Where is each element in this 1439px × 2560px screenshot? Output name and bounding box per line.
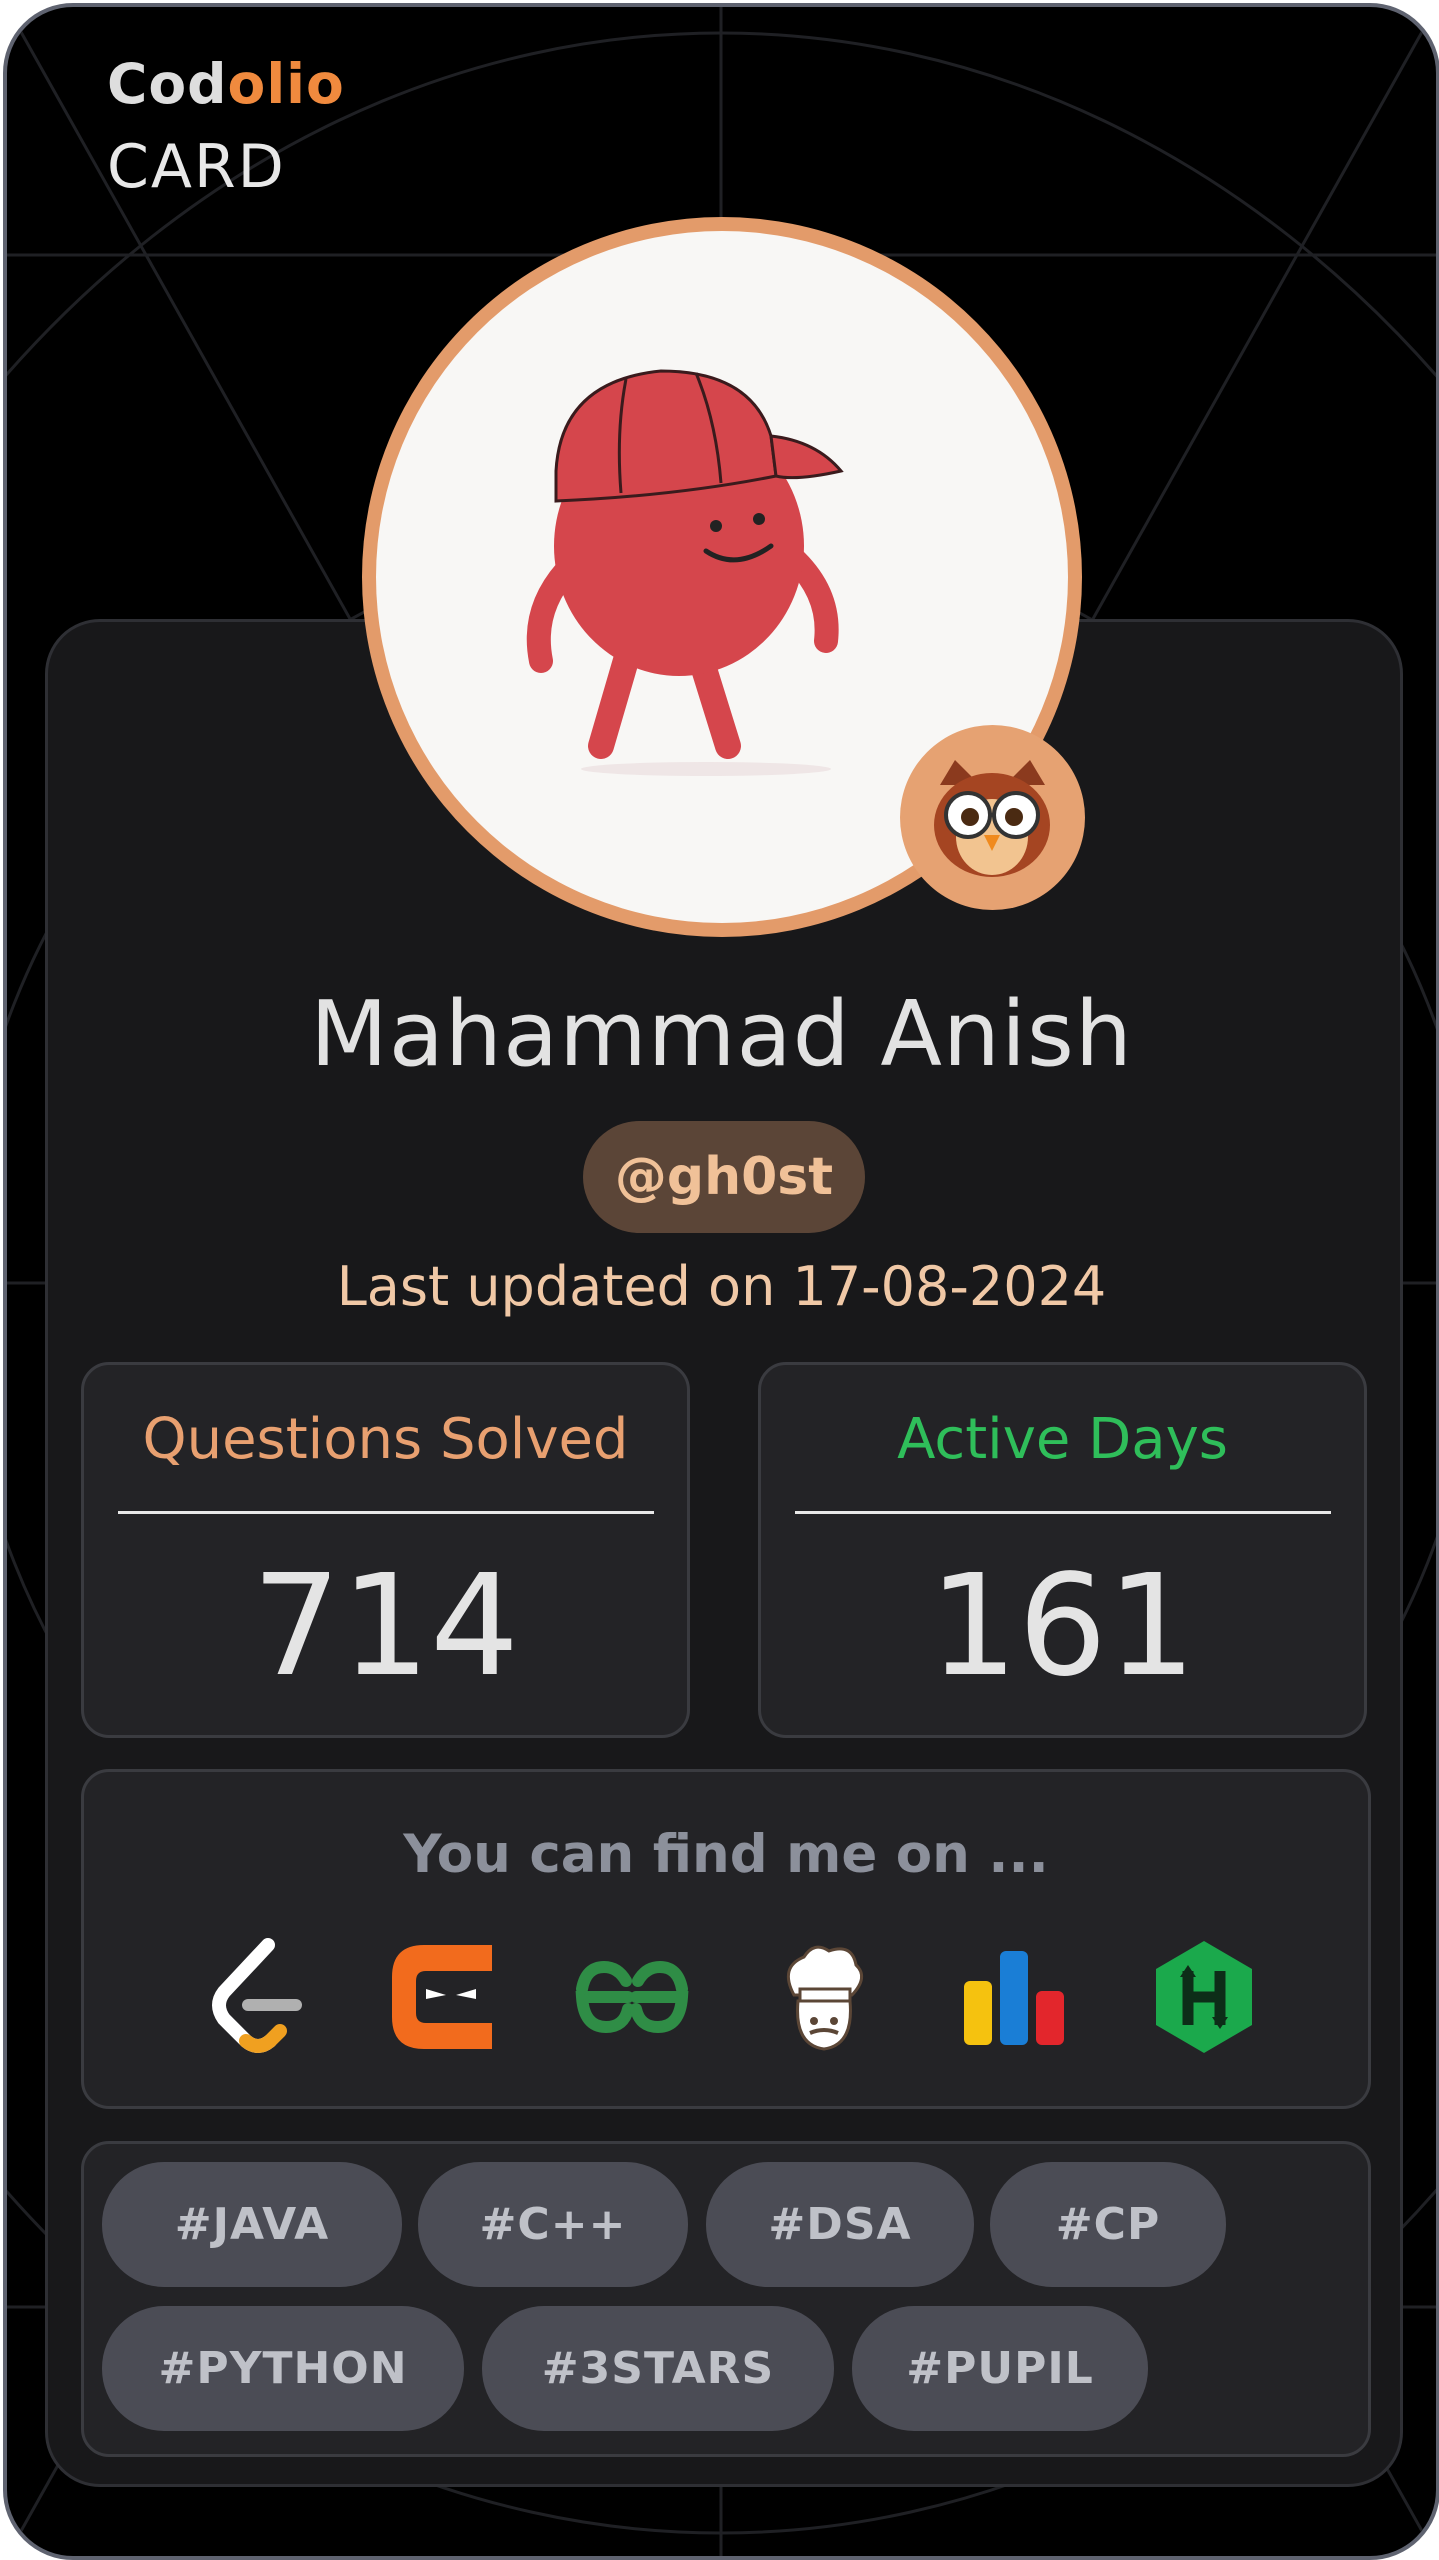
tag-dsa[interactable]: #DSA xyxy=(706,2162,974,2287)
tag-cp[interactable]: #CP xyxy=(990,2162,1226,2287)
tag-cpp[interactable]: #C++ xyxy=(418,2162,688,2287)
stat-value: 714 xyxy=(251,1545,520,1708)
platforms-title: You can find me on ... xyxy=(403,1824,1049,1885)
owl-glasses-icon xyxy=(934,760,1050,877)
tag-pupil[interactable]: #PUPIL xyxy=(852,2306,1148,2431)
last-updated-text: Last updated on 17-08-2024 xyxy=(336,1255,1107,1318)
stat-active-days: Active Days 161 xyxy=(758,1362,1367,1738)
codeforces-icon[interactable] xyxy=(954,1937,1074,2057)
divider xyxy=(118,1511,654,1514)
stat-questions-solved: Questions Solved 714 xyxy=(81,1362,690,1738)
codestudio-icon[interactable] xyxy=(384,1937,504,2057)
owl-badge xyxy=(900,725,1085,910)
tag-java[interactable]: #JAVA xyxy=(102,2162,402,2287)
brand-logo: Codolio xyxy=(107,52,345,116)
brand-subtitle: CARD xyxy=(107,132,286,202)
brand-text-part1: Cod xyxy=(107,52,228,116)
tags-section: #JAVA #C++ #DSA #CP #PYTHON #3STARS #PUP… xyxy=(81,2141,1371,2457)
tag-python[interactable]: #PYTHON xyxy=(102,2306,464,2431)
brand-text-part2: olio xyxy=(227,52,345,116)
leetcode-icon[interactable] xyxy=(196,1937,316,2057)
profile-handle[interactable]: @gh0st xyxy=(583,1121,865,1233)
stat-value: 161 xyxy=(928,1545,1197,1708)
stat-label: Active Days xyxy=(897,1407,1228,1472)
profile-card: Codolio CARD Mahammad Anish @gh0st Last … xyxy=(3,3,1439,2560)
platforms-section: You can find me on ... xyxy=(81,1769,1371,2109)
profile-name: Mahammad Anish xyxy=(310,982,1133,1087)
codechef-icon[interactable] xyxy=(764,1937,884,2057)
stat-label: Questions Solved xyxy=(142,1407,629,1472)
geeksforgeeks-icon[interactable] xyxy=(572,1937,692,2057)
divider xyxy=(795,1511,1331,1514)
hackerrank-icon[interactable] xyxy=(1144,1937,1264,2057)
tag-3stars[interactable]: #3STARS xyxy=(482,2306,834,2431)
